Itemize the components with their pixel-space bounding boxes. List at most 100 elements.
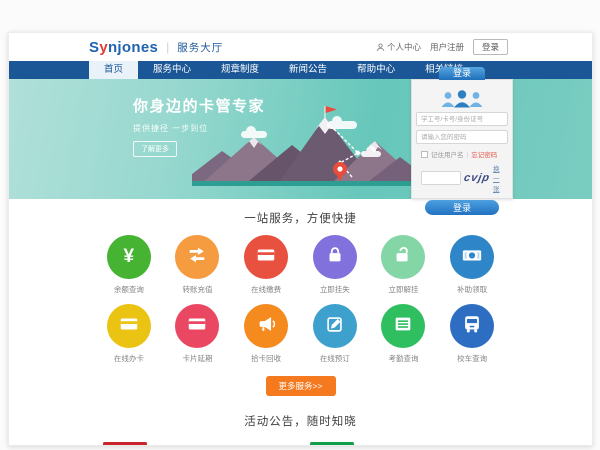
header-actions: 个人中心 用户注册 登录 <box>376 39 508 55</box>
captcha-input[interactable] <box>421 171 461 185</box>
service-label: 余额查询 <box>95 284 164 295</box>
users-group-icon <box>439 89 485 108</box>
service-label: 在线预订 <box>300 353 369 364</box>
service-circle[interactable] <box>313 304 357 348</box>
banner-title: 你身边的卡管专家 <box>133 95 265 116</box>
service-circle[interactable] <box>244 235 288 279</box>
service-item-6[interactable]: 在线办卡 <box>95 304 164 364</box>
cloud-icon <box>327 121 357 129</box>
service-label: 拾卡回收 <box>232 353 301 364</box>
header-login-button[interactable]: 登录 <box>473 39 508 55</box>
nav-item-2[interactable]: 规章制度 <box>206 61 274 79</box>
more-services-button[interactable]: 更多服务>> <box>266 376 336 396</box>
forgot-password-link[interactable]: 忘记密码 <box>471 149 497 159</box>
service-label: 在线缴费 <box>232 284 301 295</box>
username-input[interactable] <box>416 112 508 126</box>
services-grid: ¥ 余额查询转账充值在线缴费立即挂失立即解挂补助领取在线办卡卡片延期拾卡回收在线预… <box>95 235 507 364</box>
login-submit-button[interactable]: 登录 <box>425 200 499 215</box>
service-item-11[interactable]: 校车查询 <box>438 304 507 364</box>
service-label: 在线办卡 <box>95 353 164 364</box>
tab-latest-notices[interactable]: 最新公告 <box>164 444 196 446</box>
service-item-0[interactable]: ¥ 余额查询 <box>95 235 164 295</box>
top-header: Synjones | 服务大厅 个人中心 用户注册 登录 <box>9 33 592 61</box>
logo-part: S <box>89 39 99 56</box>
nav-item-1[interactable]: 服务中心 <box>138 61 206 79</box>
lock-icon <box>324 244 346 271</box>
remember-label: 记住用户名 <box>431 149 464 159</box>
service-label: 立即解挂 <box>369 284 438 295</box>
personal-center-label: 个人中心 <box>387 41 421 53</box>
transfer-arrows-icon <box>186 244 208 271</box>
megaphone-icon <box>255 313 277 340</box>
logo-part: njones <box>108 39 158 56</box>
service-circle[interactable] <box>381 235 425 279</box>
nav-item-3[interactable]: 新闻公告 <box>274 61 342 79</box>
announcement-tabs: 使用指南 最新公告 更多>> 使用指南 更多>> <box>88 442 511 446</box>
service-label: 立即挂失 <box>300 284 369 295</box>
nav-item-4[interactable]: 帮助中心 <box>342 61 410 79</box>
service-circle[interactable] <box>313 235 357 279</box>
user-icon <box>376 43 385 52</box>
cloud-icon <box>361 151 381 157</box>
register-link[interactable]: 用户注册 <box>430 41 464 53</box>
service-item-7[interactable]: 卡片延期 <box>163 304 232 364</box>
service-item-1[interactable]: 转账充值 <box>163 235 232 295</box>
edit-icon <box>324 313 346 340</box>
service-label: 校车查询 <box>438 353 507 364</box>
banner-copy: 你身边的卡管专家 提供捷径 一步到位 了解更多 <box>133 95 265 157</box>
service-circle[interactable]: ¥ <box>107 235 151 279</box>
service-item-5[interactable]: 补助领取 <box>438 235 507 295</box>
login-tab[interactable]: 登录 <box>439 67 485 80</box>
service-item-2[interactable]: 在线缴费 <box>232 235 301 295</box>
service-item-10[interactable]: 考勤查询 <box>369 304 438 364</box>
service-circle[interactable] <box>244 304 288 348</box>
announcement-box-right: 使用指南 更多>> <box>295 442 505 446</box>
captcha-row: cvjp 换一张 <box>421 163 503 193</box>
yen-icon: ¥ <box>124 246 135 268</box>
service-circle[interactable] <box>175 235 219 279</box>
announcement-box-left: 使用指南 最新公告 更多>> <box>88 442 288 446</box>
service-label: 考勤查询 <box>369 353 438 364</box>
service-item-3[interactable]: 立即挂失 <box>300 235 369 295</box>
announcements-section-title: 活动公告，随时知晓 <box>9 413 592 429</box>
services-section-title: 一站服务，方便快捷 <box>9 210 592 226</box>
service-circle[interactable] <box>107 304 151 348</box>
text-divider: | <box>467 151 469 158</box>
card-icon <box>118 313 140 340</box>
service-circle[interactable] <box>450 304 494 348</box>
header-divider: | <box>166 40 169 54</box>
login-panel: 登录 记住用户名 | 忘记密码 cvjp 换一张 登录 <box>411 79 513 199</box>
service-item-4[interactable]: 立即解挂 <box>369 235 438 295</box>
service-circle[interactable] <box>175 304 219 348</box>
list-icon <box>392 313 414 340</box>
service-circle[interactable] <box>381 304 425 348</box>
card-icon <box>186 313 208 340</box>
service-circle[interactable] <box>450 235 494 279</box>
card-icon <box>255 244 277 271</box>
banknote-icon <box>461 244 483 271</box>
logo-accent: y <box>99 39 108 56</box>
tab-usage-guide-right[interactable]: 使用指南 <box>307 442 357 446</box>
bus-icon <box>461 313 483 340</box>
unlock-icon <box>392 244 414 271</box>
service-label: 卡片延期 <box>163 353 232 364</box>
remember-row: 记住用户名 | 忘记密码 <box>421 149 503 159</box>
remember-checkbox[interactable] <box>421 151 428 158</box>
register-label: 用户注册 <box>430 41 464 53</box>
more-link-right[interactable]: 更多>> <box>479 445 501 447</box>
banner-subtitle: 提供捷径 一步到位 <box>133 123 265 134</box>
service-label: 转账充值 <box>163 284 232 295</box>
personal-center-link[interactable]: 个人中心 <box>376 41 421 53</box>
password-input[interactable] <box>416 130 508 144</box>
service-item-9[interactable]: 在线预订 <box>300 304 369 364</box>
nav-item-0[interactable]: 首页 <box>89 61 138 79</box>
tab-usage-guide-left[interactable]: 使用指南 <box>100 442 150 446</box>
captcha-refresh-link[interactable]: 换一张 <box>493 163 503 193</box>
captcha-image[interactable]: cvjp <box>463 172 491 184</box>
main-nav: 首页服务中心规章制度新闻公告帮助中心相关链接 <box>9 61 592 79</box>
banner-more-button[interactable]: 了解更多 <box>133 141 177 157</box>
portal-page: Synjones | 服务大厅 个人中心 用户注册 登录 首页服务中心规章制度新… <box>8 32 593 446</box>
service-item-8[interactable]: 拾卡回收 <box>232 304 301 364</box>
more-link-left[interactable]: 更多>> <box>262 445 284 447</box>
synjones-logo[interactable]: Synjones <box>89 39 158 56</box>
